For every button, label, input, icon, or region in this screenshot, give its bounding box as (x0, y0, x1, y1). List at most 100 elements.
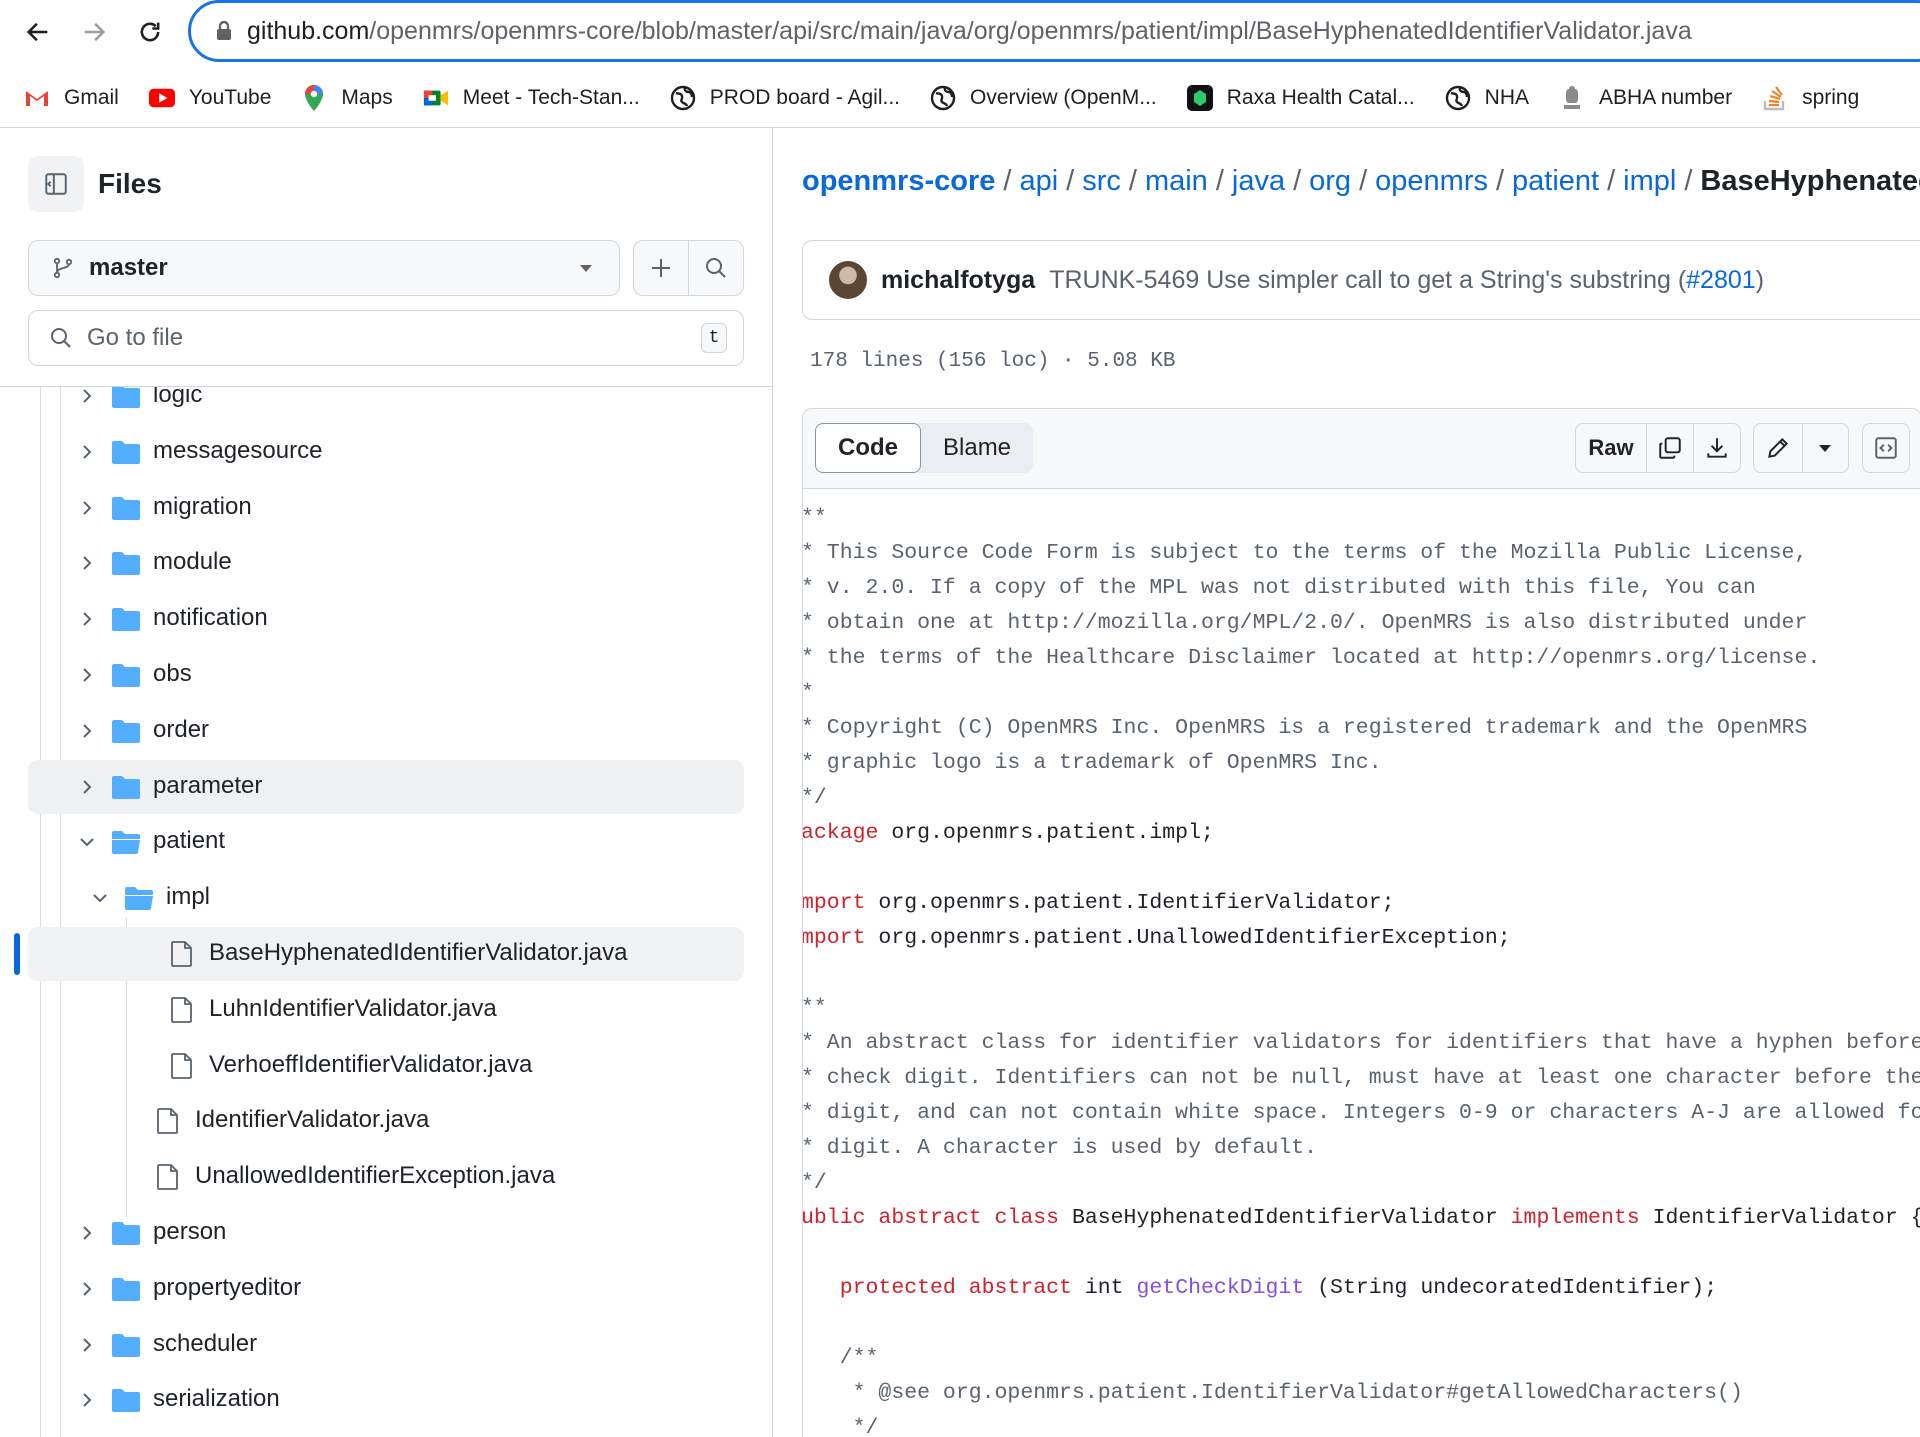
caret-down-icon (580, 265, 592, 272)
chevron-right-icon[interactable] (77, 442, 97, 462)
keyboard-shortcut-badge: t (701, 323, 727, 353)
bookmark-prod-board-agil[interactable]: PROD board - Agil... (670, 85, 900, 111)
bookmark-label: Gmail (64, 86, 119, 109)
tree-folder-propertyeditor[interactable]: propertyeditor (28, 1262, 744, 1316)
tree-file-verhoeffidentifiervalidator-java[interactable]: VerhoeffIdentifierValidator.java (28, 1039, 744, 1093)
tab-code[interactable]: Code (815, 423, 921, 473)
tree-folder-scheduler[interactable]: scheduler (28, 1318, 744, 1372)
tree-file-basehyphenatedidentifiervalidator-java[interactable]: BaseHyphenatedIdentifierValidator.java (28, 927, 744, 981)
chevron-right-icon[interactable] (77, 609, 97, 629)
code-token: getCheckDigit (1136, 1276, 1305, 1300)
bookmark-meet-tech-stan[interactable]: Meet - Tech-Stan... (423, 85, 640, 111)
bookmark-overview-openm[interactable]: Overview (OpenM... (930, 85, 1157, 111)
back-button[interactable] (16, 10, 60, 54)
emblem-icon (1559, 85, 1585, 111)
forward-button[interactable] (72, 10, 116, 54)
tree-folder-obs[interactable]: obs (28, 648, 744, 702)
collapse-sidebar-button[interactable] (28, 156, 84, 212)
code-token: BaseHyphenatedIdentifierValidator (1071, 1206, 1498, 1230)
breadcrumb-link[interactable]: api (1019, 165, 1058, 197)
breadcrumb-link[interactable]: src (1082, 165, 1121, 197)
chevron-right-icon[interactable] (77, 1279, 97, 1299)
bookmark-maps[interactable]: Maps (301, 85, 393, 111)
tree-item-label: messagesource (153, 436, 323, 464)
chevron-right-icon[interactable] (77, 1335, 97, 1355)
copy-raw-button[interactable] (1647, 424, 1693, 472)
tree-folder-patient[interactable]: patient (28, 815, 744, 869)
code-content[interactable]: ** * This Source Code Form is subject to … (803, 489, 1920, 1437)
go-to-file-input[interactable]: Go to file t (28, 310, 744, 366)
youtube-icon (148, 85, 175, 111)
tree-folder-module[interactable]: module (28, 536, 744, 590)
file-tree-panel: Files master Go to file t logic messageso… (0, 128, 773, 1437)
tree-file-identifiervalidator-java[interactable]: IdentifierValidator.java (28, 1094, 744, 1148)
breadcrumb-link[interactable]: patient (1512, 165, 1599, 197)
bookmark-raxa-health-catal[interactable]: Raxa Health Catal... (1186, 85, 1415, 111)
chevron-right-icon[interactable] (77, 777, 97, 797)
branch-selector[interactable]: master (28, 240, 620, 296)
pull-request-link[interactable]: #2801 (1686, 266, 1756, 294)
raxa-icon (1186, 85, 1213, 111)
symbols-panel-button[interactable] (1862, 423, 1910, 473)
reload-button[interactable] (128, 10, 172, 54)
bookmark-spring[interactable]: spring (1762, 85, 1859, 111)
breadcrumb-link[interactable]: org (1309, 165, 1351, 197)
sidebar-collapse-icon (45, 173, 67, 195)
folder-icon (111, 1387, 141, 1413)
tree-folder-parameter[interactable]: parameter (28, 759, 744, 814)
breadcrumb-link[interactable]: impl (1623, 165, 1676, 197)
breadcrumb-separator: / (1684, 165, 1693, 197)
breadcrumb-separator: / (1003, 165, 1012, 197)
chevron-down-icon[interactable] (77, 832, 97, 852)
tree-folder-messagesource[interactable]: messagesource (28, 425, 744, 479)
tree-folder-person[interactable]: person (28, 1206, 744, 1260)
tree-item-label: parameter (153, 771, 263, 799)
bookmark-gmail[interactable]: Gmail (24, 85, 119, 111)
tree-item-label: migration (153, 492, 252, 520)
chevron-right-icon[interactable] (77, 386, 97, 406)
breadcrumb-separator: / (1607, 165, 1616, 197)
tree-folder-serialization[interactable]: serialization (28, 1373, 744, 1427)
address-bar[interactable]: github.com/openmrs/openmrs-core/blob/mas… (188, 0, 1920, 62)
raw-button[interactable]: Raw (1576, 424, 1646, 472)
bookmark-nha[interactable]: NHA (1445, 85, 1529, 111)
breadcrumb-separator: / (1128, 165, 1137, 197)
code-line: * This Source Code Form is subject to th… (803, 536, 1920, 571)
chevron-down-icon[interactable] (90, 888, 110, 908)
tab-blame[interactable]: Blame (921, 423, 1033, 473)
code-line: * @see org.openmrs.patient.IdentifierVal… (803, 1376, 1920, 1411)
tree-folder-order[interactable]: order (28, 704, 744, 758)
code-token: mport (802, 891, 866, 915)
commit-author[interactable]: michalfotyga (881, 266, 1035, 295)
avatar[interactable] (829, 261, 867, 299)
chevron-right-icon[interactable] (77, 498, 97, 518)
latest-commit: michalfotyga TRUNK-5469 Use simpler call… (802, 240, 1920, 320)
chevron-right-icon[interactable] (77, 1223, 97, 1243)
breadcrumb-link[interactable]: main (1145, 165, 1208, 197)
tree-folder-notification[interactable]: notification (28, 592, 744, 646)
code-token: /** (802, 1346, 879, 1370)
breadcrumb-separator: / (1066, 165, 1075, 197)
tree-folder-migration[interactable]: migration (28, 481, 744, 535)
bookmark-youtube[interactable]: YouTube (148, 85, 271, 111)
more-edit-options-button[interactable] (1802, 424, 1848, 472)
chevron-right-icon[interactable] (77, 721, 97, 741)
tree-file-luhnidentifiervalidator-java[interactable]: LuhnIdentifierValidator.java (28, 983, 744, 1037)
file-tree: logic messagesource migration module notific… (0, 381, 772, 1437)
search-code-button[interactable] (689, 241, 743, 295)
edit-file-button[interactable] (1754, 424, 1802, 472)
bookmark-abha-number[interactable]: ABHA number (1559, 85, 1732, 111)
download-button[interactable] (1694, 424, 1740, 472)
breadcrumb-link[interactable]: openmrs (1375, 165, 1488, 197)
commit-message[interactable]: TRUNK-5469 Use simpler call to get a Str… (1049, 266, 1764, 295)
breadcrumb-link[interactable]: openmrs-core (802, 165, 995, 197)
add-file-button[interactable] (634, 241, 688, 295)
chevron-right-icon[interactable] (77, 1390, 97, 1410)
tree-file-unallowedidentifierexception-java[interactable]: UnallowedIdentifierException.java (28, 1150, 744, 1204)
chevron-right-icon[interactable] (77, 665, 97, 685)
code-line: * digit, and can not contain white space… (803, 1096, 1920, 1131)
tree-folder-impl[interactable]: impl (28, 871, 744, 925)
chevron-right-icon[interactable] (77, 553, 97, 573)
breadcrumb-link[interactable]: java (1232, 165, 1285, 197)
